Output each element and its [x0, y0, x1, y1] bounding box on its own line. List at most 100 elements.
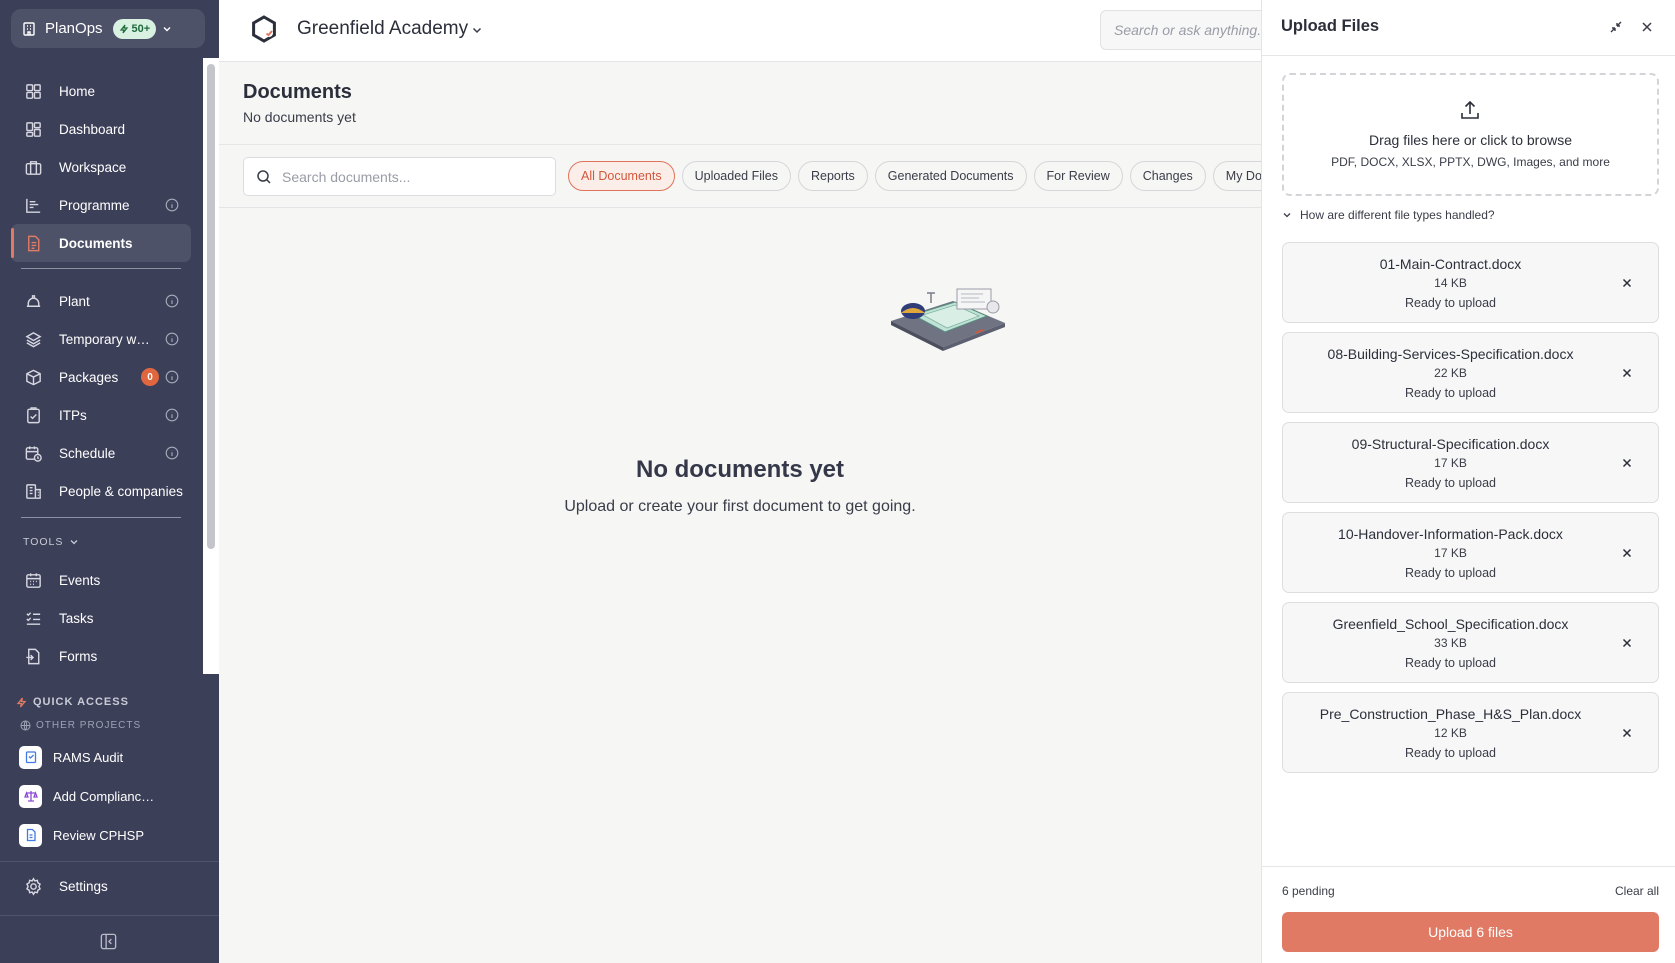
app-logo[interactable]: [250, 15, 278, 43]
filter-chip-my-documents[interactable]: My Documents: [1212, 161, 1261, 191]
nav-label: Schedule: [59, 445, 116, 461]
remove-file-icon[interactable]: [1621, 637, 1633, 649]
page-title: Documents: [243, 81, 352, 103]
nav-label: Events: [59, 572, 101, 588]
file-size: 12 KB: [1434, 726, 1467, 740]
empty-state-subtitle: Upload or create your first document to …: [564, 498, 916, 515]
file-name: 10-Handover-Information-Pack.docx: [1338, 526, 1563, 542]
remove-file-icon[interactable]: [1621, 727, 1633, 739]
sidebar-separator: [0, 915, 219, 916]
nav-item-settings[interactable]: Settings: [24, 877, 108, 896]
file-types-help-label: How are different file types handled?: [1300, 208, 1495, 222]
nav-item-programme[interactable]: Programme: [11, 186, 191, 224]
workspace-switcher[interactable]: PlanOps 50+: [11, 9, 205, 48]
briefcase-icon: [25, 160, 42, 175]
filter-chip-reports[interactable]: Reports: [797, 161, 868, 191]
panel-separator: [1261, 55, 1675, 56]
sidebar-separator: [0, 861, 219, 862]
filter-chip-generated-documents[interactable]: Generated Documents: [874, 161, 1027, 191]
remove-file-icon[interactable]: [1621, 277, 1633, 289]
nav-item-dashboard[interactable]: Dashboard: [11, 110, 191, 148]
document-icon: [28, 235, 40, 251]
filter-chip-uploaded-files[interactable]: Uploaded Files: [681, 161, 791, 191]
bolt-icon: [16, 697, 27, 707]
chart-icon: [26, 198, 41, 213]
quick-item-rams-audit[interactable]: RAMS Audit: [19, 745, 123, 769]
nav-item-plant[interactable]: Plant: [11, 282, 191, 320]
close-panel-button[interactable]: [1640, 20, 1654, 34]
audit-icon: [19, 745, 42, 769]
sidebar-collapse-icon: [100, 933, 117, 950]
grid-icon: [26, 83, 41, 99]
file-name: 01-Main-Contract.docx: [1379, 256, 1522, 272]
file-size: 17 KB: [1434, 456, 1467, 470]
empty-documents-illustration: [891, 288, 1005, 351]
chevron-down-icon: [70, 540, 78, 545]
main-nav: Home Dashboard Workspace Programme Docum…: [11, 72, 191, 675]
notification-badge[interactable]: 50+: [112, 18, 157, 39]
info-icon[interactable]: [165, 294, 179, 308]
info-icon[interactable]: [165, 370, 179, 384]
file-name: 08-Building-Services-Specification.docx: [1327, 346, 1574, 362]
collapse-sidebar-button[interactable]: [99, 932, 118, 951]
clear-all-button[interactable]: Clear all: [1615, 884, 1659, 898]
quick-item-review-cphsp[interactable]: Review CPHSP: [19, 823, 144, 847]
filter-chip-for-review[interactable]: For Review: [1033, 161, 1123, 191]
nav-item-events[interactable]: Events: [11, 561, 191, 599]
nav-item-packages[interactable]: Packages 0: [11, 358, 191, 396]
nav-item-workspace[interactable]: Workspace: [11, 148, 191, 186]
nav-label: Documents: [59, 235, 133, 251]
dashboard-icon: [26, 121, 41, 137]
sidebar-scrollbar-thumb[interactable]: [207, 64, 215, 549]
nav-item-forms[interactable]: Forms: [11, 637, 191, 675]
filter-chip-all-documents[interactable]: All Documents: [568, 161, 675, 191]
file-card: 01-Main-Contract.docx 14 KB Ready to upl…: [1282, 242, 1659, 323]
nav-label: Dashboard: [59, 121, 126, 137]
minimize-panel-button[interactable]: [1609, 20, 1623, 34]
quick-access-heading: QUICK ACCESS: [16, 696, 129, 708]
file-types-help-toggle[interactable]: How are different file types handled?: [1282, 208, 1495, 222]
nav-label: Workspace: [59, 159, 127, 175]
dropzone-instructions: Drag files here or click to browse: [1368, 132, 1573, 148]
empty-state: [219, 208, 1261, 963]
quick-item-label: Add Complianc…: [53, 788, 155, 804]
list-check-icon: [26, 611, 41, 625]
info-icon[interactable]: [165, 408, 179, 422]
building-icon: [23, 21, 35, 36]
remove-file-icon[interactable]: [1621, 457, 1633, 469]
file-status: Ready to upload: [1404, 476, 1497, 490]
tools-heading-label: TOOLS: [23, 536, 64, 548]
file-name: Pre_Construction_Phase_H&S_Plan.docx: [1319, 706, 1582, 722]
filter-chip-changes[interactable]: Changes: [1129, 161, 1206, 191]
nav-item-itps[interactable]: ITPs: [11, 396, 191, 434]
nav-item-home[interactable]: Home: [11, 72, 191, 110]
file-card: Pre_Construction_Phase_H&S_Plan.docx 12 …: [1282, 692, 1659, 773]
upload-files-button[interactable]: Upload 6 files: [1282, 912, 1659, 952]
nav-item-documents[interactable]: Documents: [11, 224, 191, 262]
nav-item-schedule[interactable]: Schedule: [11, 434, 191, 472]
nav-item-tasks[interactable]: Tasks: [11, 599, 191, 637]
scales-icon: [19, 784, 42, 808]
tools-heading[interactable]: TOOLS: [11, 531, 191, 553]
nav-item-temporary-works[interactable]: Temporary w…: [11, 320, 191, 358]
file-size: 22 KB: [1434, 366, 1467, 380]
info-icon[interactable]: [165, 446, 179, 460]
filter-chips: All Documents Uploaded Files Reports Gen…: [568, 161, 1261, 191]
chevron-down-icon[interactable]: [471, 24, 483, 36]
file-card: Greenfield_School_Specification.docx 33 …: [1282, 602, 1659, 683]
project-name[interactable]: Greenfield Academy: [297, 18, 468, 40]
close-icon: [1642, 22, 1652, 32]
quick-access-section: [0, 674, 219, 963]
quick-item-add-compliance[interactable]: Add Complianc…: [19, 784, 154, 808]
info-icon[interactable]: [165, 198, 179, 212]
remove-file-icon[interactable]: [1621, 547, 1633, 559]
workspace-name: PlanOps: [45, 20, 103, 37]
global-search-input[interactable]: Search or ask anything...: [1100, 10, 1280, 50]
nav-item-people-companies[interactable]: People & companies: [11, 472, 191, 510]
document-search-input[interactable]: Search documents...: [243, 157, 556, 196]
file-status: Ready to upload: [1404, 656, 1497, 670]
file-size: 33 KB: [1434, 636, 1467, 650]
remove-file-icon[interactable]: [1621, 367, 1633, 379]
info-icon[interactable]: [165, 332, 179, 346]
gear-icon: [26, 877, 41, 896]
